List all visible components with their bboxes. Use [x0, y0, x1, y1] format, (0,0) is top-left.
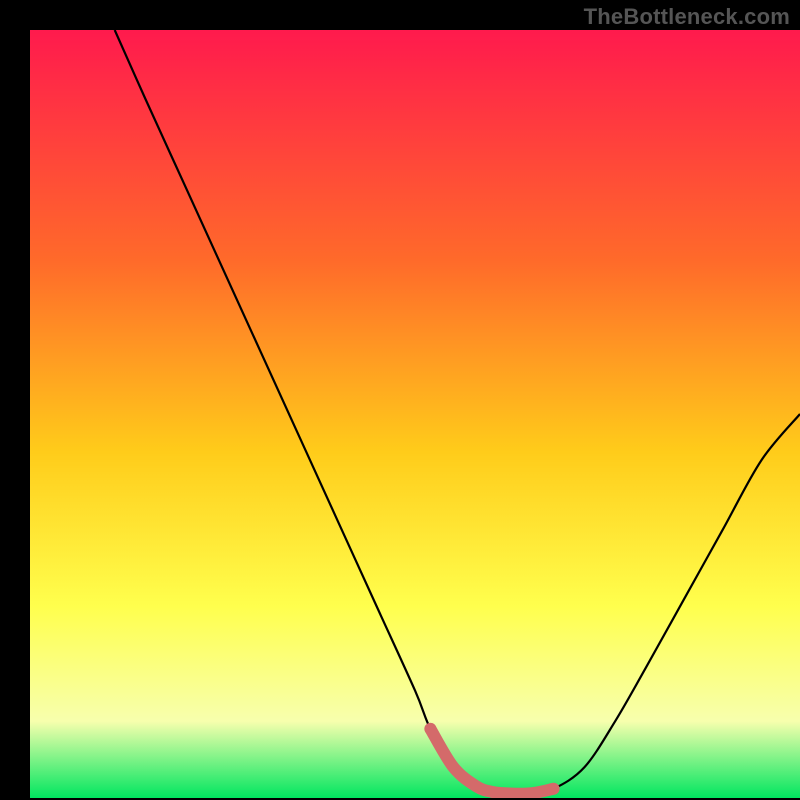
watermark-text: TheBottleneck.com — [584, 4, 790, 30]
highlight-marker-dot — [424, 723, 436, 735]
plot-area — [30, 30, 800, 798]
chart-svg — [30, 30, 800, 798]
gradient-background — [30, 30, 800, 798]
chart-container: TheBottleneck.com — [0, 0, 800, 800]
